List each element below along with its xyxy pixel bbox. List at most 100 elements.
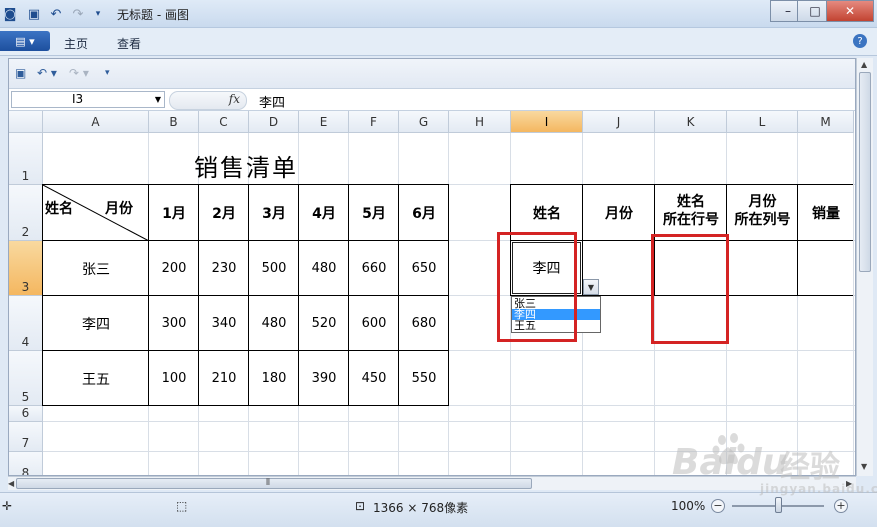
column-header-i[interactable]: I: [511, 111, 583, 133]
watermark-brand-cn: 经验: [780, 450, 840, 485]
name-box-value: I3: [72, 92, 84, 106]
month-header: 1月: [162, 206, 186, 222]
lookup-header-row-line2: 所在行号: [663, 212, 719, 228]
watermark-brand: Baidu: [672, 442, 788, 483]
paint-app-icon[interactable]: ◙: [2, 6, 18, 22]
horizontal-scroll-thumb[interactable]: [16, 478, 532, 489]
row-header-3[interactable]: 3: [9, 241, 43, 296]
column-header-d[interactable]: D: [249, 111, 299, 133]
ribbon-tabs: ▤ ▾ 主页 查看 ?: [0, 28, 877, 56]
sales-value: 500: [261, 261, 287, 276]
vertical-scrollbar[interactable]: ▲ ▼: [856, 58, 873, 476]
lookup-header-row-line1: 姓名: [677, 194, 705, 210]
formula-bar: I3 ▼ fx 李四: [9, 89, 855, 111]
row-header-1[interactable]: 1: [9, 133, 43, 185]
formula-value: 李四: [259, 96, 286, 111]
image-size: 1366 × 768像素: [373, 501, 469, 515]
column-header-l[interactable]: L: [727, 111, 798, 133]
baidu-watermark: Baidu 经验 jingyan.baidu.com: [650, 432, 877, 502]
scroll-grip-icon: ⦀: [266, 478, 270, 488]
excel-redo-icon: ↷ ▾: [69, 66, 89, 80]
sales-value: 660: [361, 261, 387, 276]
undo-icon[interactable]: ↶: [48, 6, 64, 22]
row-header-8[interactable]: 8: [9, 452, 43, 475]
sales-value: 100: [161, 371, 187, 386]
column-header-g[interactable]: G: [399, 111, 449, 133]
title-bar: ◙ ▣ ↶ ↷ ▾ 无标题 - 画图 – □ ✕: [0, 0, 877, 28]
sales-value: 650: [411, 261, 437, 276]
column-header-m[interactable]: M: [798, 111, 854, 133]
chevron-down-icon: ▼: [154, 95, 161, 104]
window-title: 无标题 - 画图: [117, 8, 189, 22]
month-header: 4月: [312, 206, 336, 222]
row-header-4[interactable]: 4: [9, 296, 43, 351]
annotation-box-row: [651, 234, 729, 344]
corner-header-month: 月份: [105, 201, 133, 217]
excel-customize-icon: ▾: [105, 68, 110, 78]
month-header: 5月: [362, 206, 386, 222]
salesperson-name: 张三: [82, 261, 110, 278]
customize-toolbar-icon[interactable]: ▾: [90, 6, 106, 22]
sales-value: 480: [261, 316, 287, 331]
sales-value: 520: [311, 316, 337, 331]
close-button[interactable]: ✕: [826, 0, 874, 22]
sales-value: 600: [361, 316, 387, 331]
row-header-6[interactable]: 6: [9, 406, 43, 422]
app-menu-button[interactable]: ▤ ▾: [0, 31, 50, 51]
vertical-scroll-thumb[interactable]: [859, 72, 871, 272]
sales-value: 450: [361, 371, 387, 386]
image-size-icon: ⊡: [355, 499, 366, 513]
help-icon[interactable]: ?: [853, 34, 867, 48]
column-header-b[interactable]: B: [149, 111, 199, 133]
lookup-header-col-line1: 月份: [748, 194, 777, 210]
scroll-left-icon[interactable]: ◀: [8, 479, 14, 488]
scroll-up-icon[interactable]: ▲: [861, 60, 867, 69]
column-header-k[interactable]: K: [655, 111, 727, 133]
month-header: 6月: [412, 206, 436, 222]
fx-icon: fx: [228, 92, 240, 106]
cursor-position-icon: ✛: [2, 499, 13, 513]
sheet-title: 销售清单: [194, 153, 298, 182]
chevron-down-icon[interactable]: ▼: [583, 279, 599, 295]
select-all-corner[interactable]: [9, 111, 43, 133]
sales-value: 550: [411, 371, 437, 386]
row-header-2[interactable]: 2: [9, 185, 43, 241]
excel-undo-icon: ↶ ▾: [37, 66, 57, 80]
sales-value: 680: [411, 316, 437, 331]
redo-icon[interactable]: ↷: [70, 6, 86, 22]
excel-quick-access-toolbar: ▣ ↶ ▾ ↷ ▾ ▾: [9, 59, 855, 89]
column-header-f[interactable]: F: [349, 111, 399, 133]
sales-value: 210: [211, 371, 237, 386]
watermark-url: jingyan.baidu.com: [760, 482, 877, 496]
spreadsheet-grid: ABCDEFGHIJKLM123456789销售清单姓名月份1月2月3月4月5月…: [9, 111, 855, 475]
salesperson-name: 李四: [82, 316, 110, 333]
salesperson-name: 王五: [82, 371, 110, 388]
lookup-header-month: 月份: [605, 206, 633, 222]
annotation-box-name: [497, 232, 577, 342]
selection-size-icon: ⬚: [176, 499, 188, 513]
sales-value: 200: [161, 261, 187, 276]
row-header-7[interactable]: 7: [9, 422, 43, 452]
corner-header-name: 姓名: [45, 201, 73, 217]
lookup-header-col-line2: 所在列号: [734, 212, 791, 228]
sales-value: 480: [311, 261, 337, 276]
month-header: 2月: [212, 206, 236, 222]
tab-view[interactable]: 查看: [117, 35, 141, 52]
save-icon[interactable]: ▣: [26, 6, 42, 22]
paint-canvas[interactable]: ▣ ↶ ▾ ↷ ▾ ▾ I3 ▼ fx 李四 ABCDEFGHIJKLM1234…: [8, 58, 856, 476]
tab-home[interactable]: 主页: [64, 35, 88, 52]
column-header-j[interactable]: J: [583, 111, 655, 133]
sales-value: 390: [311, 371, 337, 386]
sales-value: 340: [211, 316, 237, 331]
column-header-e[interactable]: E: [299, 111, 349, 133]
sales-value: 300: [161, 316, 187, 331]
excel-save-icon: ▣: [15, 66, 27, 80]
column-header-c[interactable]: C: [199, 111, 249, 133]
column-header-a[interactable]: A: [43, 111, 149, 133]
gridline-horizontal: [43, 421, 855, 422]
lookup-header-sales: 销量: [812, 206, 840, 222]
sales-value: 230: [211, 261, 237, 276]
column-header-h[interactable]: H: [449, 111, 511, 133]
row-header-5[interactable]: 5: [9, 351, 43, 406]
name-box: I3 ▼: [11, 91, 165, 108]
